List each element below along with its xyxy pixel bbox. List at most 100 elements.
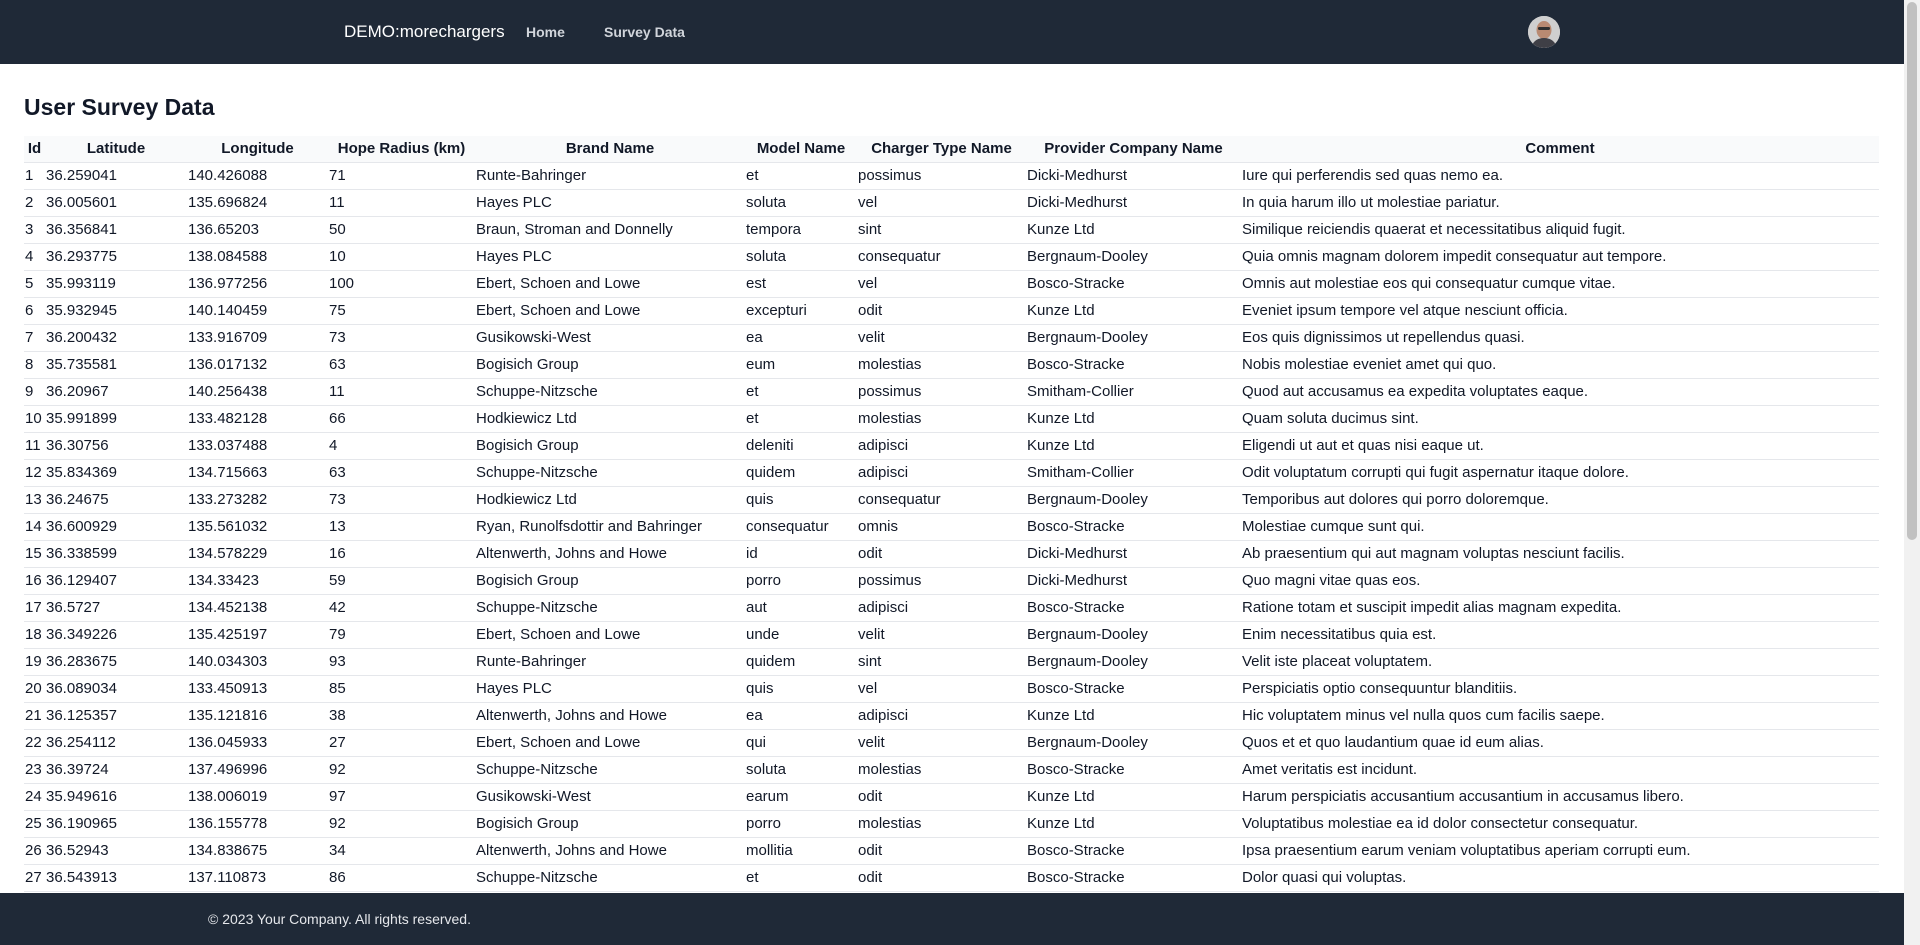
user-avatar[interactable] bbox=[1528, 16, 1560, 48]
column-header-comment[interactable]: Comment bbox=[1241, 136, 1879, 163]
cell-latitude: 36.600929 bbox=[45, 513, 187, 541]
table-row[interactable]: 6 35.932945 140.140459 75 Ebert, Schoen and … bbox=[24, 297, 1879, 325]
column-header-hope-radius[interactable]: Hope Radius (km) bbox=[328, 136, 475, 163]
table-row[interactable]: 4 36.293775 138.084588 10 Hayes PLC soluta con… bbox=[24, 243, 1879, 271]
cell-hope-radius: 11 bbox=[328, 189, 475, 217]
cell-comment: Velit iste placeat voluptatem. bbox=[1241, 648, 1879, 676]
cell-hope-radius: 71 bbox=[328, 162, 475, 190]
cell-charger-type: odit bbox=[857, 540, 1026, 568]
table-row[interactable]: 15 36.338599 134.578229 16 Altenwerth, Johns… bbox=[24, 540, 1879, 568]
cell-latitude: 35.949616 bbox=[45, 783, 187, 811]
cell-model-name: soluta bbox=[745, 243, 857, 271]
scrollbar-thumb[interactable] bbox=[1907, 2, 1917, 540]
cell-id: 25 bbox=[24, 810, 45, 838]
cell-model-name: porro bbox=[745, 810, 857, 838]
cell-hope-radius: 93 bbox=[328, 648, 475, 676]
cell-id: 4 bbox=[24, 243, 45, 271]
cell-model-name: est bbox=[745, 270, 857, 298]
cell-latitude: 36.283675 bbox=[45, 648, 187, 676]
cell-provider-company: Bergnaum-Dooley bbox=[1026, 243, 1241, 271]
table-row[interactable]: 24 35.949616 138.006019 97 Gusikowski-West ea… bbox=[24, 783, 1879, 811]
brand-logo-text[interactable]: DEMO:morechargers bbox=[344, 20, 505, 44]
table-row[interactable]: 18 36.349226 135.425197 79 Ebert, Schoen and… bbox=[24, 621, 1879, 649]
cell-model-name: quidem bbox=[745, 459, 857, 487]
table-row[interactable]: 22 36.254112 136.045933 27 Ebert, Schoen and… bbox=[24, 729, 1879, 757]
cell-provider-company: Bosco-Stracke bbox=[1026, 675, 1241, 703]
cell-brand-name: Ebert, Schoen and Lowe bbox=[475, 297, 745, 325]
cell-comment: Quia omnis magnam dolorem impedit conseq… bbox=[1241, 243, 1879, 271]
column-header-provider-company-name[interactable]: Provider Company Name bbox=[1026, 136, 1241, 163]
table-row[interactable]: 23 36.39724 137.496996 92 Schuppe-Nitzsche so… bbox=[24, 756, 1879, 784]
cell-provider-company: Dicki-Medhurst bbox=[1026, 540, 1241, 568]
cell-model-name: mollitia bbox=[745, 837, 857, 865]
column-header-id[interactable]: Id bbox=[24, 136, 45, 163]
cell-model-name: et bbox=[745, 378, 857, 406]
table-row[interactable]: 3 36.356841 136.65203 50 Braun, Stroman and … bbox=[24, 216, 1879, 244]
table-row[interactable]: 20 36.089034 133.450913 85 Hayes PLC quis vel B… bbox=[24, 675, 1879, 703]
column-header-charger-type-name[interactable]: Charger Type Name bbox=[857, 136, 1026, 163]
cell-longitude: 133.037488 bbox=[187, 432, 328, 460]
cell-comment: In quia harum illo ut molestiae pariatur… bbox=[1241, 189, 1879, 217]
column-header-latitude[interactable]: Latitude bbox=[45, 136, 187, 163]
table-row[interactable]: 19 36.283675 140.034303 93 Runte-Bahringer qu… bbox=[24, 648, 1879, 676]
table-row[interactable]: 27 36.543913 137.110873 86 Schuppe-Nitzsche e… bbox=[24, 864, 1879, 892]
cell-latitude: 36.5727 bbox=[45, 594, 187, 622]
cell-model-name: et bbox=[745, 864, 857, 892]
cell-id: 2 bbox=[24, 189, 45, 217]
table-row[interactable]: 1 36.259041 140.426088 71 Runte-Bahringer et p… bbox=[24, 162, 1879, 190]
cell-brand-name: Ebert, Schoen and Lowe bbox=[475, 621, 745, 649]
cell-model-name: quis bbox=[745, 486, 857, 514]
table-row[interactable]: 5 35.993119 136.977256 100 Ebert, Schoen and… bbox=[24, 270, 1879, 298]
cell-charger-type: possimus bbox=[857, 567, 1026, 595]
cell-hope-radius: 66 bbox=[328, 405, 475, 433]
cell-brand-name: Runte-Bahringer bbox=[475, 162, 745, 190]
cell-id: 1 bbox=[24, 162, 45, 190]
table-row[interactable]: 10 35.991899 133.482128 66 Hodkiewicz Ltd et m… bbox=[24, 405, 1879, 433]
table-row[interactable]: 21 36.125357 135.121816 38 Altenwerth, Johns… bbox=[24, 702, 1879, 730]
table-row[interactable]: 9 36.20967 140.256438 11 Schuppe-Nitzsche et p… bbox=[24, 378, 1879, 406]
table-row[interactable]: 13 36.24675 133.273282 73 Hodkiewicz Ltd quis… bbox=[24, 486, 1879, 514]
cell-provider-company: Smitham-Collier bbox=[1026, 459, 1241, 487]
cell-comment: Hic voluptatem minus vel nulla quos cum … bbox=[1241, 702, 1879, 730]
cell-comment: Eveniet ipsum tempore vel atque nesciunt… bbox=[1241, 297, 1879, 325]
cell-latitude: 36.349226 bbox=[45, 621, 187, 649]
cell-provider-company: Bosco-Stracke bbox=[1026, 594, 1241, 622]
cell-latitude: 36.24675 bbox=[45, 486, 187, 514]
table-row[interactable]: 11 36.30756 133.037488 4 Bogisich Group delen… bbox=[24, 432, 1879, 460]
cell-hope-radius: 92 bbox=[328, 810, 475, 838]
cell-id: 19 bbox=[24, 648, 45, 676]
table-row[interactable]: 26 36.52943 134.838675 34 Altenwerth, Johns … bbox=[24, 837, 1879, 865]
table-row[interactable]: 14 36.600929 135.561032 13 Ryan, Runolfsdott… bbox=[24, 513, 1879, 541]
cell-charger-type: possimus bbox=[857, 378, 1026, 406]
nav-link-survey-data[interactable]: Survey Data bbox=[604, 22, 685, 42]
cell-hope-radius: 10 bbox=[328, 243, 475, 271]
cell-charger-type: odit bbox=[857, 297, 1026, 325]
column-header-longitude[interactable]: Longitude bbox=[187, 136, 328, 163]
cell-longitude: 134.33423 bbox=[187, 567, 328, 595]
column-header-model-name[interactable]: Model Name bbox=[745, 136, 857, 163]
cell-longitude: 140.256438 bbox=[187, 378, 328, 406]
table-row[interactable]: 16 36.129407 134.33423 59 Bogisich Group porr… bbox=[24, 567, 1879, 595]
table-row[interactable]: 17 36.5727 134.452138 42 Schuppe-Nitzsche aut… bbox=[24, 594, 1879, 622]
table-row[interactable]: 8 35.735581 136.017132 63 Bogisich Group eum m… bbox=[24, 351, 1879, 379]
table-row[interactable]: 7 36.200432 133.916709 73 Gusikowski-West ea v… bbox=[24, 324, 1879, 352]
table-row[interactable]: 12 35.834369 134.715663 63 Schuppe-Nitzsche q… bbox=[24, 459, 1879, 487]
cell-model-name: aut bbox=[745, 594, 857, 622]
cell-latitude: 35.932945 bbox=[45, 297, 187, 325]
cell-comment: Amet veritatis est incidunt. bbox=[1241, 756, 1879, 784]
table-row[interactable]: 25 36.190965 136.155778 92 Bogisich Group por… bbox=[24, 810, 1879, 838]
column-header-brand-name[interactable]: Brand Name bbox=[475, 136, 745, 163]
cell-comment: Quo magni vitae quas eos. bbox=[1241, 567, 1879, 595]
cell-hope-radius: 38 bbox=[328, 702, 475, 730]
cell-charger-type: consequatur bbox=[857, 486, 1026, 514]
vertical-scrollbar[interactable] bbox=[1904, 0, 1920, 945]
table-row[interactable]: 2 36.005601 135.696824 11 Hayes PLC soluta vel… bbox=[24, 189, 1879, 217]
cell-charger-type: velit bbox=[857, 324, 1026, 352]
cell-latitude: 36.543913 bbox=[45, 864, 187, 892]
nav-link-home[interactable]: Home bbox=[526, 22, 565, 42]
cell-brand-name: Gusikowski-West bbox=[475, 783, 745, 811]
cell-model-name: quis bbox=[745, 675, 857, 703]
cell-charger-type: vel bbox=[857, 189, 1026, 217]
cell-comment: Eligendi ut aut et quas nisi eaque ut. bbox=[1241, 432, 1879, 460]
cell-comment: Quos et et quo laudantium quae id eum al… bbox=[1241, 729, 1879, 757]
